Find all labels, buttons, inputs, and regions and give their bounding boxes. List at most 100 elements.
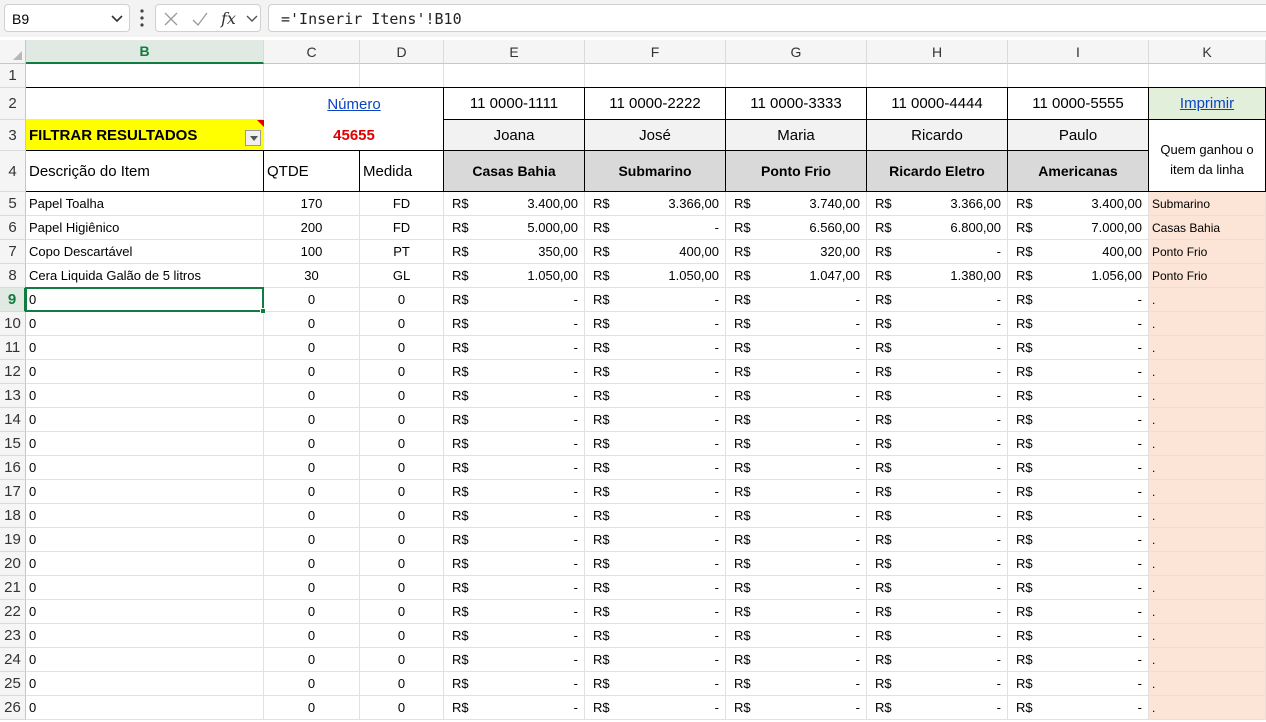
item-quantity[interactable]: 0 — [264, 600, 360, 624]
row-header-17[interactable]: 17 — [0, 480, 26, 504]
price-cell[interactable]: R$ - — [1008, 456, 1149, 480]
price-cell[interactable]: R$ - — [1008, 600, 1149, 624]
winner-cell[interactable]: . — [1149, 336, 1266, 360]
row-header-3[interactable]: 3 — [0, 120, 26, 151]
supplier-contact[interactable]: Paulo — [1008, 120, 1149, 151]
cell-d1[interactable] — [360, 64, 444, 88]
price-cell[interactable]: R$ - — [1008, 432, 1149, 456]
price-cell[interactable]: R$ - — [1008, 480, 1149, 504]
row-header-12[interactable]: 12 — [0, 360, 26, 384]
supplier-phone[interactable]: 11 0000-2222 — [585, 88, 726, 120]
price-cell[interactable]: R$ - — [1008, 624, 1149, 648]
item-description[interactable]: 0 — [26, 600, 264, 624]
supplier-store-header[interactable]: Ponto Frio — [726, 151, 867, 192]
price-cell[interactable]: R$ - — [444, 336, 585, 360]
item-quantity[interactable]: 0 — [264, 576, 360, 600]
price-cell[interactable]: R$ - — [585, 552, 726, 576]
price-cell[interactable]: R$ - — [444, 552, 585, 576]
item-quantity[interactable]: 0 — [264, 528, 360, 552]
winner-cell[interactable]: . — [1149, 528, 1266, 552]
insert-function-icon[interactable]: fx — [219, 9, 243, 29]
supplier-phone[interactable]: 11 0000-1111 — [444, 88, 585, 120]
price-cell[interactable]: R$ - — [726, 552, 867, 576]
row-header-4[interactable]: 4 — [0, 151, 26, 192]
supplier-store-header[interactable]: Casas Bahia — [444, 151, 585, 192]
item-description[interactable]: 0 — [26, 336, 264, 360]
row-header-16[interactable]: 16 — [0, 456, 26, 480]
more-options-icon[interactable] — [138, 8, 146, 28]
row-header-1[interactable]: 1 — [0, 64, 26, 88]
winner-cell[interactable]: . — [1149, 288, 1266, 312]
price-cell[interactable]: R$ - — [585, 288, 726, 312]
row-header-26[interactable]: 26 — [0, 696, 26, 720]
price-cell[interactable]: R$ - — [867, 552, 1008, 576]
price-cell[interactable]: R$ - — [1008, 672, 1149, 696]
price-cell[interactable]: R$ - — [867, 600, 1008, 624]
row-header-9[interactable]: 9 — [0, 288, 26, 312]
row-header-23[interactable]: 23 — [0, 624, 26, 648]
chevron-down-icon[interactable] — [246, 14, 258, 24]
price-cell[interactable]: R$ - — [444, 528, 585, 552]
winner-cell[interactable]: . — [1149, 384, 1266, 408]
winner-cell[interactable]: Ponto Frio — [1149, 240, 1266, 264]
price-cell[interactable]: R$ - — [726, 312, 867, 336]
column-header-b[interactable]: B — [26, 40, 264, 64]
winner-cell[interactable]: Submarino — [1149, 192, 1266, 216]
price-cell[interactable]: R$ - — [726, 336, 867, 360]
item-quantity[interactable]: 0 — [264, 432, 360, 456]
price-cell[interactable]: R$ - — [444, 408, 585, 432]
winner-cell[interactable]: . — [1149, 696, 1266, 720]
row-header-7[interactable]: 7 — [0, 240, 26, 264]
supplier-contact[interactable]: Joana — [444, 120, 585, 151]
row-header-14[interactable]: 14 — [0, 408, 26, 432]
winner-cell[interactable]: . — [1149, 648, 1266, 672]
price-cell[interactable]: R$ - — [585, 312, 726, 336]
item-unit[interactable]: 0 — [360, 576, 444, 600]
price-cell[interactable]: R$ 400,00 — [1008, 240, 1149, 264]
item-description[interactable]: Copo Descartável — [26, 240, 264, 264]
column-header-d[interactable]: D — [360, 40, 444, 64]
column-header-e[interactable]: E — [444, 40, 585, 64]
item-description[interactable]: 0 — [26, 360, 264, 384]
item-quantity[interactable]: 0 — [264, 696, 360, 720]
winner-cell[interactable]: . — [1149, 312, 1266, 336]
cell-b1[interactable] — [26, 64, 264, 88]
item-unit[interactable]: 0 — [360, 648, 444, 672]
item-quantity[interactable]: 0 — [264, 624, 360, 648]
item-description[interactable]: Papel Toalha — [26, 192, 264, 216]
price-cell[interactable]: R$ - — [585, 456, 726, 480]
item-unit[interactable]: 0 — [360, 312, 444, 336]
price-cell[interactable]: R$ - — [867, 504, 1008, 528]
item-unit[interactable]: 0 — [360, 528, 444, 552]
price-cell[interactable]: R$ - — [867, 312, 1008, 336]
winner-cell[interactable]: . — [1149, 672, 1266, 696]
item-description[interactable]: 0 — [26, 408, 264, 432]
item-unit[interactable]: FD — [360, 192, 444, 216]
item-quantity[interactable]: 0 — [264, 384, 360, 408]
row-header-22[interactable]: 22 — [0, 600, 26, 624]
price-cell[interactable]: R$ - — [444, 480, 585, 504]
column-header-g[interactable]: G — [726, 40, 867, 64]
price-cell[interactable]: R$ 6.560,00 — [726, 216, 867, 240]
item-quantity[interactable]: 0 — [264, 648, 360, 672]
column-header-i[interactable]: I — [1008, 40, 1149, 64]
price-cell[interactable]: R$ - — [444, 384, 585, 408]
price-cell[interactable]: R$ - — [726, 384, 867, 408]
supplier-store-header[interactable]: Americanas — [1008, 151, 1149, 192]
name-box[interactable]: B9 — [4, 4, 130, 32]
supplier-contact[interactable]: José — [585, 120, 726, 151]
cell-e1[interactable] — [444, 64, 585, 88]
cell-i1[interactable] — [1008, 64, 1149, 88]
price-cell[interactable]: R$ - — [585, 408, 726, 432]
cancel-icon[interactable] — [163, 11, 179, 27]
item-quantity[interactable]: 0 — [264, 480, 360, 504]
price-cell[interactable]: R$ - — [867, 336, 1008, 360]
price-cell[interactable]: R$ - — [726, 696, 867, 720]
item-quantity[interactable]: 200 — [264, 216, 360, 240]
price-cell[interactable]: R$ - — [867, 408, 1008, 432]
price-cell[interactable]: R$ - — [444, 504, 585, 528]
item-description[interactable]: 0 — [26, 480, 264, 504]
item-description[interactable]: 0 — [26, 528, 264, 552]
price-cell[interactable]: R$ - — [585, 672, 726, 696]
price-cell[interactable]: R$ - — [726, 672, 867, 696]
